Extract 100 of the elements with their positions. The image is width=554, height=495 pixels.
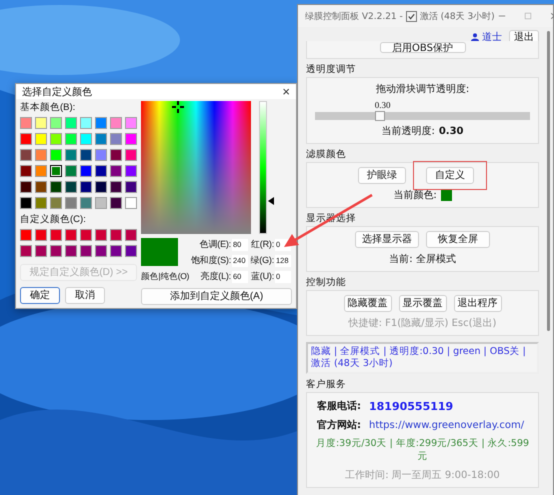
- color-swatch[interactable]: [35, 117, 47, 129]
- color-swatch[interactable]: [35, 245, 47, 257]
- color-swatch[interactable]: [65, 245, 77, 257]
- display-button[interactable]: 恢复全屏: [426, 231, 490, 248]
- color-swatch[interactable]: [95, 229, 107, 241]
- section-label: 基本颜色(B):: [20, 102, 76, 114]
- slider-arrow-icon[interactable]: [268, 196, 274, 205]
- color-swatch[interactable]: [80, 149, 92, 161]
- color-swatch[interactable]: [125, 197, 137, 209]
- control-button[interactable]: 隐藏覆盖: [344, 295, 392, 312]
- field-label: 蓝(U):: [250, 270, 274, 283]
- color-swatch[interactable]: [65, 133, 77, 145]
- color-preview: [141, 238, 178, 266]
- checkbox[interactable]: [406, 10, 417, 22]
- color-swatch[interactable]: [110, 149, 122, 161]
- color-swatch[interactable]: [65, 229, 77, 241]
- color-swatch[interactable]: [65, 181, 77, 193]
- control-button[interactable]: 退出程序: [454, 295, 502, 312]
- color-swatch[interactable]: [50, 133, 62, 145]
- color-swatch[interactable]: [35, 229, 47, 241]
- color-swatch[interactable]: [50, 117, 62, 129]
- color-swatch[interactable]: [65, 117, 77, 129]
- color-swatch[interactable]: [80, 117, 92, 129]
- color-swatch[interactable]: [50, 229, 62, 241]
- user-name[interactable]: 道士: [482, 30, 502, 44]
- color-swatch[interactable]: [95, 149, 107, 161]
- color-swatch[interactable]: [35, 149, 47, 161]
- color-swatch[interactable]: [50, 165, 62, 177]
- ok-button[interactable]: 确定: [20, 287, 60, 304]
- group-title: 控制功能: [306, 276, 347, 289]
- color-swatch[interactable]: [125, 245, 137, 257]
- color-swatch[interactable]: [95, 165, 107, 177]
- color-swatch[interactable]: [110, 165, 122, 177]
- color-swatch[interactable]: [95, 117, 107, 129]
- scrollbar-thumb[interactable]: [547, 31, 550, 331]
- color-swatch[interactable]: [80, 165, 92, 177]
- color-swatch[interactable]: [95, 181, 107, 193]
- group-title: 透明度调节: [306, 63, 357, 76]
- group-title: 滤膜颜色: [306, 148, 347, 161]
- color-swatch[interactable]: [20, 149, 32, 161]
- color-swatch[interactable]: [20, 133, 32, 145]
- color-swatch[interactable]: [20, 181, 32, 193]
- color-option-button[interactable]: 自定义: [426, 167, 474, 184]
- color-swatch[interactable]: [80, 181, 92, 193]
- color-swatch[interactable]: [110, 181, 122, 193]
- slider-track[interactable]: [315, 112, 530, 120]
- website-link[interactable]: https://www.greenoverlay.com/: [369, 420, 524, 430]
- color-swatch[interactable]: [125, 117, 137, 129]
- user-icon: [471, 33, 479, 41]
- display-button[interactable]: 选择显示器: [355, 231, 419, 248]
- color-swatch[interactable]: [110, 229, 122, 241]
- luminance-bar[interactable]: [259, 101, 267, 234]
- color-swatch[interactable]: [80, 133, 92, 145]
- color-swatch[interactable]: [20, 245, 32, 257]
- window-title: 绿膜控制面板 V2.2.21 -: [305, 10, 403, 22]
- color-swatch[interactable]: [65, 149, 77, 161]
- color-swatch[interactable]: [20, 165, 32, 177]
- color-swatch[interactable]: [35, 197, 47, 209]
- slider-value: 0.30: [374, 100, 391, 110]
- color-swatch[interactable]: [50, 149, 62, 161]
- color-swatch[interactable]: [65, 165, 77, 177]
- color-swatch[interactable]: [35, 181, 47, 193]
- color-swatch[interactable]: [20, 117, 32, 129]
- color-swatch[interactable]: [95, 133, 107, 145]
- color-swatch[interactable]: [20, 229, 32, 241]
- color-swatch[interactable]: [20, 197, 32, 209]
- color-swatch[interactable]: [80, 197, 92, 209]
- color-swatch[interactable]: [110, 197, 122, 209]
- color-swatch[interactable]: [65, 197, 77, 209]
- display-status: 当前: 全屏模式: [389, 252, 456, 266]
- add-custom-button[interactable]: 添加到自定义颜色(A): [141, 288, 292, 305]
- color-swatch[interactable]: [110, 117, 122, 129]
- color-swatch[interactable]: [50, 245, 62, 257]
- color-swatch[interactable]: [125, 149, 137, 161]
- control-button[interactable]: 显示覆盖: [398, 295, 446, 312]
- color-swatch[interactable]: [50, 181, 62, 193]
- color-swatch[interactable]: [125, 181, 137, 193]
- cancel-button[interactable]: 取消: [65, 287, 105, 304]
- close-button[interactable]: ×: [282, 84, 290, 99]
- color-swatch[interactable]: [110, 245, 122, 257]
- color-swatch[interactable]: [35, 133, 47, 145]
- current-color-label: 当前颜色:: [393, 188, 437, 202]
- field-label: 亮度(L):: [200, 270, 231, 283]
- color-swatch[interactable]: [110, 133, 122, 145]
- color-swatch[interactable]: [80, 229, 92, 241]
- crosshair-icon[interactable]: [172, 101, 184, 113]
- color-swatch[interactable]: [125, 229, 137, 241]
- color-swatch[interactable]: [35, 165, 47, 177]
- website-label: 官方网站:: [317, 418, 361, 432]
- color-spectrum[interactable]: [141, 101, 251, 234]
- color-swatch[interactable]: [125, 165, 137, 177]
- color-option-button[interactable]: 护眼绿: [358, 167, 406, 184]
- color-swatch[interactable]: [95, 197, 107, 209]
- slider-thumb[interactable]: [374, 111, 384, 121]
- color-swatch[interactable]: [95, 245, 107, 257]
- color-swatch[interactable]: [125, 133, 137, 145]
- phone-label: 客服电话:: [317, 399, 361, 413]
- color-swatch[interactable]: [80, 245, 92, 257]
- color-swatch[interactable]: [50, 197, 62, 209]
- maximize-icon[interactable]: [524, 12, 532, 20]
